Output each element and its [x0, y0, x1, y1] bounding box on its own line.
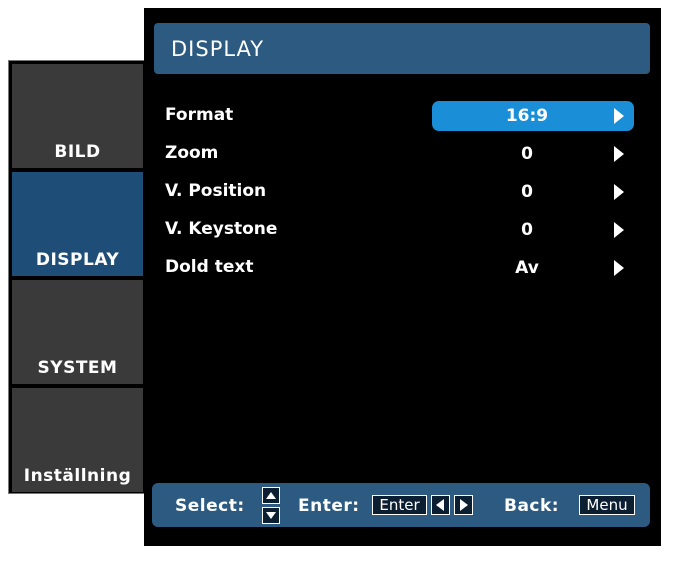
settings-panel: DISPLAY Format 16:9 Zoom 0 V. Position 0…: [144, 8, 661, 546]
tab-display[interactable]: DISPLAY: [12, 172, 143, 276]
row-value[interactable]: 0: [432, 177, 634, 207]
value-arrow-icon[interactable]: [614, 184, 624, 200]
row-label: Dold text: [165, 257, 254, 277]
up-down-keys: [262, 487, 280, 525]
row-value[interactable]: Av: [432, 253, 634, 283]
value-arrow-icon[interactable]: [614, 108, 624, 124]
row-label: Format: [165, 105, 234, 125]
down-arrow-icon: [262, 507, 280, 524]
enter-key: Enter: [372, 495, 427, 515]
value-arrow-icon[interactable]: [614, 260, 624, 276]
menu-row-v-position[interactable]: V. Position 0: [144, 177, 661, 207]
tab-system[interactable]: SYSTEM: [12, 280, 143, 384]
page-title: DISPLAY: [154, 23, 650, 74]
right-arrow-icon: [454, 495, 473, 515]
back-hint-label: Back:: [504, 496, 560, 516]
menu-key: Menu: [579, 495, 635, 515]
tab-bild-label: BILD: [54, 142, 101, 162]
tab-bild[interactable]: BILD: [12, 64, 143, 168]
menu-row-format[interactable]: Format 16:9: [144, 101, 661, 131]
menu-row-zoom[interactable]: Zoom 0: [144, 139, 661, 169]
row-label: Zoom: [165, 143, 219, 163]
row-value[interactable]: 0: [432, 215, 634, 245]
select-hint-label: Select:: [175, 496, 245, 516]
left-arrow-icon: [431, 495, 450, 515]
tab-installning-label: Inställning: [23, 466, 132, 486]
value-arrow-icon[interactable]: [614, 146, 624, 162]
menu-row-dold-text[interactable]: Dold text Av: [144, 253, 661, 283]
row-label: V. Keystone: [165, 219, 278, 239]
tab-display-label: DISPLAY: [35, 250, 120, 270]
menu-tab-column: BILD DISPLAY SYSTEM Inställning: [8, 60, 146, 494]
row-label: V. Position: [165, 181, 267, 201]
tab-installning[interactable]: Inställning: [12, 388, 143, 492]
row-value[interactable]: 0: [432, 139, 634, 169]
value-arrow-icon[interactable]: [614, 222, 624, 238]
row-value-selected[interactable]: 16:9: [432, 101, 634, 131]
enter-hint-label: Enter:: [298, 496, 360, 516]
menu-row-v-keystone[interactable]: V. Keystone 0: [144, 215, 661, 245]
tab-system-label: SYSTEM: [37, 358, 118, 378]
up-arrow-icon: [262, 487, 280, 504]
key-hint-bar: Select: Enter: Enter Back: Menu: [152, 483, 650, 527]
